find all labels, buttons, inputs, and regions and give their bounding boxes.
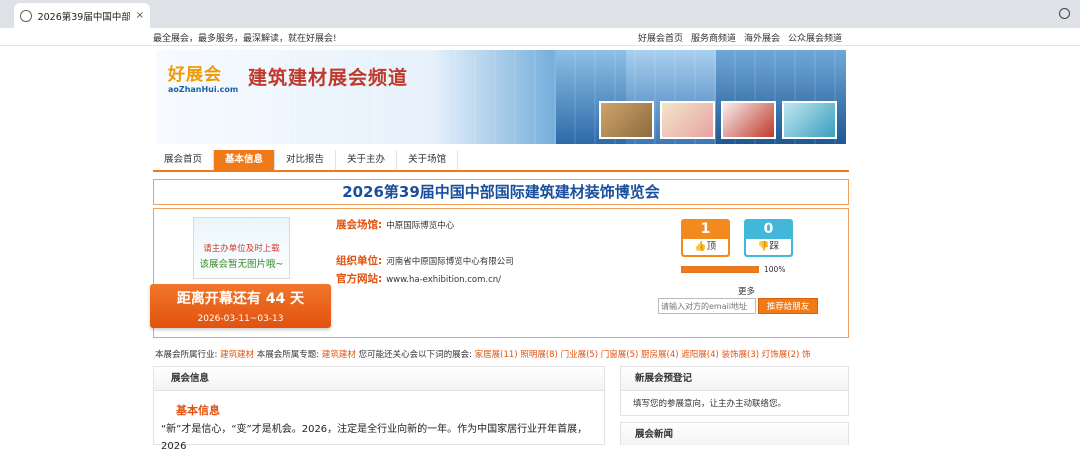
expo-image-placeholder: 请主办单位及时上载 该展会暂无图片哦~: [193, 217, 290, 279]
section-header-expo-info: 展会信息: [154, 367, 604, 391]
organizer-label: 组织单位:: [336, 255, 383, 267]
email-input[interactable]: [658, 298, 756, 314]
browser-tabbar: 2026第39届中国中部... ×: [0, 0, 1080, 28]
related-links[interactable]: 家居展(11) 照明展(8) 门业展(5) 门窗展(5) 厨房展(4) 遮阳展(…: [475, 350, 811, 360]
banner-icons: [599, 101, 837, 139]
downvote-count: 0: [763, 221, 774, 237]
channel-title: 建筑建材展会频道: [248, 67, 409, 89]
section-header-news: 展会新闻: [620, 422, 849, 445]
top-link-public[interactable]: 公众展会频道: [788, 31, 842, 44]
organizer-row: 组织单位: 河南省中原国际博览中心有限公司: [336, 253, 514, 268]
downvote-button[interactable]: 0 👎踩: [744, 219, 793, 257]
placeholder-upload-text: 请主办单位及时上载: [203, 244, 280, 254]
hardware-icon: [721, 101, 776, 139]
thumbs-down-icon: 👎: [757, 241, 770, 252]
upvote-button[interactable]: 1 👍顶: [681, 219, 730, 257]
organizer-value: 河南省中原国际博览中心有限公司: [386, 257, 514, 267]
top-links: 好展会首页 服务商频道 海外展会 公众展会频道: [638, 31, 842, 44]
expo-nav: 展会首页 基本信息 对比报告 关于主办 关于场馆: [153, 150, 849, 172]
expo-dates: 2026-03-11~03-13: [197, 314, 284, 324]
top-link-home[interactable]: 好展会首页: [638, 31, 683, 44]
close-icon[interactable]: ×: [136, 10, 144, 21]
industry-link[interactable]: 建筑建材: [220, 350, 254, 360]
channel-banner: 好展会 aoZhanHui.com 建筑建材展会频道: [156, 50, 846, 144]
topic-link[interactable]: 建筑建材: [322, 350, 356, 360]
browser-tab[interactable]: 2026第39届中国中部... ×: [14, 3, 150, 28]
logo-text: 好展会: [168, 65, 222, 85]
placeholder-no-image-text: 该展会暂无图片哦~: [199, 259, 284, 270]
countdown-text: 距离开幕还有 44 天: [176, 291, 305, 307]
section-header-registration: 新展会预登记: [621, 367, 848, 391]
expo-title: 2026第39届中国中部国际建筑建材装饰博览会: [153, 179, 849, 205]
upvote-label: 👍顶: [683, 239, 728, 255]
expo-info-section: 展会信息 基本信息 “新”才是信心，“变”才是机会。2026，注定是全行业向新的…: [153, 366, 605, 452]
tab-venue[interactable]: 关于场馆: [397, 150, 459, 170]
more-label[interactable]: 更多: [738, 285, 755, 297]
expo-info-panel: 请主办单位及时上载 该展会暂无图片哦~ 距离开幕还有 44 天 2026-03-…: [150, 208, 849, 338]
vote-ratio-fill: [682, 267, 758, 272]
topic-prefix: 本展会所属专题:: [256, 350, 320, 360]
tab-title: 2026第39届中国中部...: [37, 11, 130, 23]
website-link[interactable]: www.ha-exhibition.com.cn/: [386, 275, 501, 285]
venue-label: 展会场馆:: [336, 219, 383, 231]
countdown-badge: 距离开幕还有 44 天 2026-03-11~03-13: [150, 284, 331, 328]
building-material-icon: [599, 101, 654, 139]
decoration-icon: [660, 101, 715, 139]
site-logo[interactable]: 好展会 aoZhanHui.com: [168, 60, 240, 94]
kitchen-bath-icon: [782, 101, 837, 139]
venue-row: 展会场馆: 中原国际博览中心: [336, 217, 454, 232]
upvote-count: 1: [700, 221, 711, 237]
tab-expo-home[interactable]: 展会首页: [153, 150, 215, 170]
top-utility-bar: 最全展会，最多服务，最深解读，就在好展会! 好展会首页 服务商频道 海外展会 公…: [0, 28, 1080, 46]
top-link-services[interactable]: 服务商频道: [691, 31, 736, 44]
basic-info-subheader: 基本信息: [176, 404, 220, 417]
tab-organizer[interactable]: 关于主办: [336, 150, 398, 170]
globe-icon[interactable]: [1059, 8, 1070, 19]
thumbs-up-icon: 👍: [694, 241, 707, 252]
industry-prefix: 本展会所属行业:: [155, 350, 218, 360]
venue-value[interactable]: 中原国际博览中心: [386, 221, 454, 231]
expo-description: “新”才是信心，“变”才是机会。2026，注定是全行业向新的一年。作为中国家居行…: [161, 424, 588, 452]
vote-ratio-bar: [681, 266, 759, 273]
tab-comparison[interactable]: 对比报告: [275, 150, 337, 170]
vote-percent: 100%: [764, 265, 786, 274]
globe-icon: [20, 9, 32, 22]
site-slogan: 最全展会，最多服务，最深解读，就在好展会!: [153, 34, 337, 44]
recommend-button[interactable]: 推荐给朋友: [758, 298, 818, 314]
industry-line: 本展会所属行业: 建筑建材 本展会所属专题: 建筑建材 您可能还关心会以下词的展…: [155, 348, 845, 360]
new-expo-registration: 新展会预登记 填写您的参展意向，让主办主动联络您。: [620, 366, 849, 416]
top-link-overseas[interactable]: 海外展会: [744, 31, 780, 44]
website-row: 官方网站: www.ha-exhibition.com.cn/: [336, 271, 501, 286]
website-label: 官方网站:: [336, 273, 383, 285]
tab-basic-info[interactable]: 基本信息: [214, 150, 276, 170]
related-prefix: 您可能还关心会以下词的展会:: [358, 350, 472, 360]
downvote-label: 👎踩: [746, 239, 791, 255]
logo-domain: aoZhanHui.com: [168, 85, 239, 94]
registration-text[interactable]: 填写您的参展意向，让主办主动联络您。: [621, 391, 848, 409]
